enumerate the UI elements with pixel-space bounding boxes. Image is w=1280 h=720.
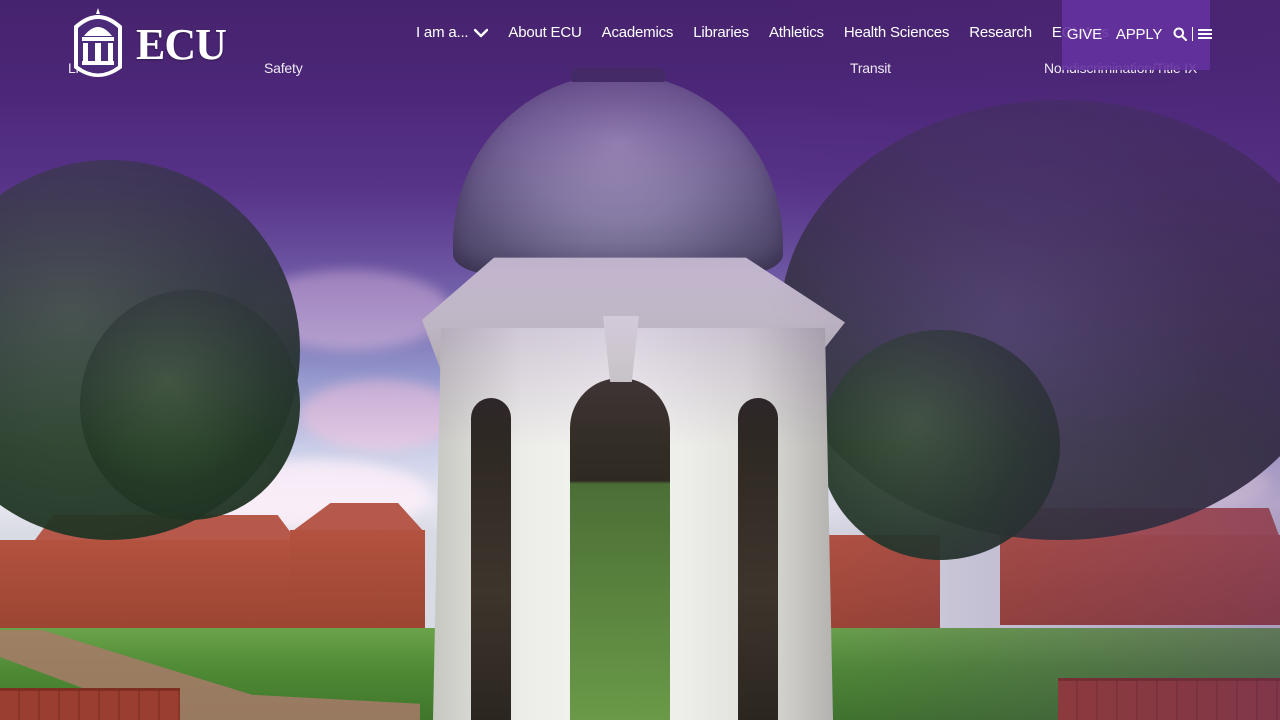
nav-item-libraries[interactable]: Libraries <box>693 24 749 41</box>
tree <box>80 290 300 520</box>
search-menu-toggle[interactable] <box>1173 27 1213 41</box>
utility-nav: GIVE APPLY <box>1062 0 1213 70</box>
cupola-arch <box>738 398 778 720</box>
nav-item-health-sciences[interactable]: Health Sciences <box>844 24 950 41</box>
nav-item-label: I am a... <box>416 24 469 41</box>
search-icon[interactable] <box>1173 27 1188 41</box>
nav-item-research[interactable]: Research <box>969 24 1032 41</box>
brick-planter-wall <box>1058 678 1280 720</box>
nav-item-about-ecu[interactable]: About ECU <box>508 24 581 41</box>
brick-planter-wall <box>0 688 180 720</box>
brick-building <box>1000 535 1280 625</box>
nav-item-athletics[interactable]: Athletics <box>769 24 824 41</box>
hero-background <box>0 0 1280 720</box>
tree <box>820 330 1060 560</box>
divider <box>1192 27 1194 41</box>
cupola-arch <box>471 398 511 720</box>
nav-item-i-am-a[interactable]: I am a... <box>416 24 489 41</box>
give-link[interactable]: GIVE <box>1067 26 1102 43</box>
cupola-monument <box>395 68 845 720</box>
main-nav: I am a... About ECU Academics Libraries … <box>416 24 1109 41</box>
hamburger-menu-icon[interactable] <box>1198 28 1213 40</box>
cupola-arch <box>570 378 670 720</box>
nav-item-academics[interactable]: Academics <box>602 24 674 41</box>
apply-link[interactable]: APPLY <box>1116 26 1162 43</box>
cupola-logo-icon <box>74 8 122 77</box>
site-header: ECU I am a... About ECU Academics Librar… <box>0 0 1280 77</box>
ecu-homepage: Li Safety Transit Nondiscrimination/Titl… <box>0 0 1280 720</box>
chevron-down-icon <box>474 28 489 37</box>
cupola-dome <box>453 74 783 274</box>
brick-building <box>0 540 300 630</box>
ecu-logo-link[interactable]: ECU <box>68 6 227 84</box>
logo-wordmark: ECU <box>136 20 227 69</box>
